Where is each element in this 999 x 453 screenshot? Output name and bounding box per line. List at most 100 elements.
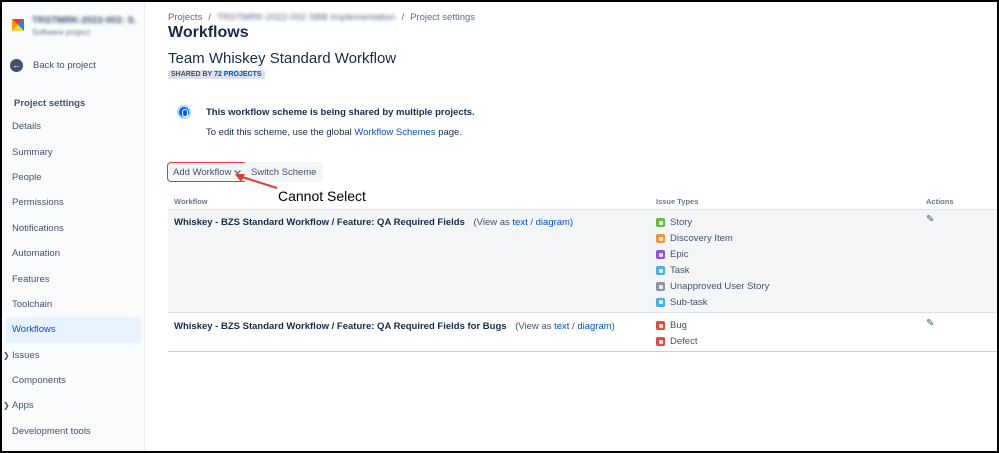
shared-count-link[interactable]: 72 PROJECTS xyxy=(214,71,261,78)
sidebar-item-label: Details xyxy=(12,121,42,133)
breadcrumb: Projects / TRSTMRK-2022-002 SBB Implemen… xyxy=(168,12,475,23)
issue-type-unapproved-user-story: Unapproved User Story xyxy=(656,279,769,295)
view-text-link[interactable]: text xyxy=(554,321,569,332)
scheme-title: Team Whiskey Standard Workflow xyxy=(168,50,397,67)
breadcrumb-separator: / xyxy=(401,12,405,23)
sidebar-item-notifications[interactable]: Notifications xyxy=(2,216,145,241)
issue-type-label: Unapproved User Story xyxy=(670,281,770,292)
issue-type-label: Defect xyxy=(670,336,698,348)
project-logo-icon xyxy=(12,19,24,31)
sidebar-nav: Details Summary People Permissions Notif… xyxy=(2,114,145,444)
shared-badge: SHARED BY 72 PROJECTS xyxy=(168,70,265,79)
issue-type-label: Sub-task xyxy=(670,296,708,308)
view-separator: / xyxy=(530,217,533,228)
task-icon xyxy=(656,266,665,276)
edit-pencil-icon[interactable]: ✎ xyxy=(926,214,934,225)
issue-type-label: Bug xyxy=(670,320,687,332)
info-title: This workflow scheme is being shared by … xyxy=(206,107,475,118)
sidebar-item-features[interactable]: Features xyxy=(2,266,145,291)
sidebar-item-toolchain[interactable]: Toolchain xyxy=(2,292,145,317)
table-row: Whiskey - BZS Standard Workflow / Featur… xyxy=(168,314,997,352)
issue-type-label: Story xyxy=(670,217,693,229)
info-prefix: To edit this scheme, use the global xyxy=(206,127,352,138)
issue-type-list: Bug Defect xyxy=(656,318,697,350)
shared-prefix: SHARED BY xyxy=(171,71,213,78)
issue-type-list: Story Discovery Item Epic Task Unapprove… xyxy=(656,215,769,310)
sidebar-item-automation[interactable]: Automation xyxy=(2,241,145,266)
app-window: TRSTMRK-2022-002: S... Software project … xyxy=(2,2,997,451)
sidebar: TRSTMRK-2022-002: S... Software project … xyxy=(2,2,145,451)
sidebar-item-development-tools[interactable]: Development tools xyxy=(2,419,145,444)
sidebar-item-workflows[interactable]: Workflows xyxy=(6,317,141,343)
project-header[interactable]: TRSTMRK-2022-002: S... Software project xyxy=(10,15,137,37)
view-diagram-link[interactable]: diagram) xyxy=(577,321,615,332)
info-message: To edit this scheme, use the global Work… xyxy=(206,127,462,138)
issue-type-story: Story xyxy=(656,215,769,231)
issue-type-task: Task xyxy=(656,263,769,279)
sidebar-item-permissions[interactable]: Permissions xyxy=(2,190,145,215)
back-to-project-link[interactable]: ← Back to project xyxy=(10,59,96,72)
annotation-label: Cannot Select xyxy=(278,188,366,204)
project-type: Software project xyxy=(32,28,90,37)
sidebar-item-label: Notifications xyxy=(12,222,64,234)
issue-type-defect: Defect xyxy=(656,334,697,350)
page-title: Workflows xyxy=(168,24,249,41)
sidebar-item-summary[interactable]: Summary xyxy=(2,139,145,164)
annotation-arrow-icon xyxy=(235,174,278,189)
sidebar-item-label: Development tools xyxy=(12,425,91,437)
sidebar-item-label: Workflows xyxy=(12,324,56,336)
chevron-right-icon[interactable]: ❯ xyxy=(3,351,10,360)
arrow-left-icon: ← xyxy=(10,59,23,72)
column-header-issue-types: Issue Types xyxy=(656,197,699,206)
issue-type-discovery-item: Discovery Item xyxy=(656,231,769,247)
column-header-workflow: Workflow xyxy=(174,197,208,206)
workflow-title: Whiskey - BZS Standard Workflow / Featur… xyxy=(174,217,465,228)
sidebar-item-label: Features xyxy=(12,273,50,285)
back-label: Back to project xyxy=(33,60,96,71)
story-icon xyxy=(656,218,665,228)
workflow-name: Whiskey - BZS Standard Workflow / Featur… xyxy=(174,217,573,228)
sidebar-item-label: Apps xyxy=(12,400,34,412)
info-icon xyxy=(177,105,191,119)
sidebar-item-people[interactable]: People xyxy=(2,165,145,190)
view-text-link[interactable]: text xyxy=(512,217,527,228)
view-separator: / xyxy=(572,321,575,332)
sidebar-item-apps[interactable]: ❯ Apps xyxy=(2,393,145,418)
table-row: Whiskey - BZS Standard Workflow / Featur… xyxy=(168,210,997,313)
issue-type-bug: Bug xyxy=(656,318,697,334)
issue-type-label: Task xyxy=(670,265,690,277)
breadcrumb-project[interactable]: TRSTMRK-2022-002 SBB Implementation xyxy=(217,12,395,23)
sidebar-item-issues[interactable]: ❯ Issues xyxy=(2,343,145,368)
sidebar-item-details[interactable]: Details xyxy=(2,114,145,139)
breadcrumb-separator: / xyxy=(208,12,211,23)
sidebar-item-label: People xyxy=(12,171,42,183)
workflow-title: Whiskey - BZS Standard Workflow / Featur… xyxy=(174,321,507,332)
unapproved-user-story-icon xyxy=(656,282,665,291)
view-diagram-link[interactable]: diagram) xyxy=(536,217,574,228)
epic-icon xyxy=(656,250,665,260)
discovery-item-icon xyxy=(656,234,665,244)
sidebar-item-label: Components xyxy=(12,375,66,387)
bug-icon xyxy=(656,321,665,331)
sidebar-item-label: Summary xyxy=(12,146,53,158)
breadcrumb-projects[interactable]: Projects xyxy=(168,12,202,23)
info-suffix: page. xyxy=(438,127,462,138)
chevron-right-icon[interactable]: ❯ xyxy=(3,401,10,410)
edit-pencil-icon[interactable]: ✎ xyxy=(926,318,934,329)
issue-type-label: Discovery Item xyxy=(670,233,733,245)
view-as-label: (View as xyxy=(515,321,552,332)
sidebar-item-label: Issues xyxy=(12,349,40,361)
sidebar-item-components[interactable]: Components xyxy=(2,368,145,393)
sub-task-icon xyxy=(656,297,665,307)
workflow-schemes-link[interactable]: Workflow Schemes xyxy=(354,127,435,138)
issue-type-epic: Epic xyxy=(656,247,769,263)
sidebar-item-label: Permissions xyxy=(12,197,64,209)
issue-type-sub-task: Sub-task xyxy=(656,294,769,310)
add-workflow-label: Add Workflow xyxy=(173,166,232,178)
sidebar-section-title: Project settings xyxy=(14,98,86,109)
main-content: Projects / TRSTMRK-2022-002 SBB Implemen… xyxy=(145,2,997,451)
view-as-label: (View as xyxy=(473,217,510,228)
breadcrumb-current[interactable]: Project settings xyxy=(410,12,475,23)
column-header-actions: Actions xyxy=(926,197,954,206)
sidebar-item-label: Automation xyxy=(12,248,61,260)
